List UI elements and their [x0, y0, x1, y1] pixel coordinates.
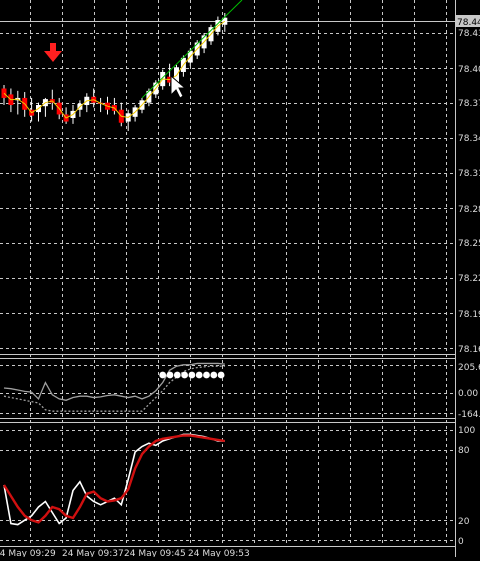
signal-dot [210, 371, 218, 379]
time-label-0929: 24 May 09:29 [0, 549, 56, 557]
price-tick-78.25: 78.25 [458, 239, 480, 249]
price-tick-78.16: 78.16 [458, 345, 480, 355]
stoch-tick-20: 20 [458, 517, 470, 527]
stoch-tick-100: 100 [458, 426, 475, 436]
time-label-0953: 24 May 09:53 [188, 549, 250, 557]
signal-dot [159, 371, 167, 379]
cci-tick-minus-164.7: -164.7 [458, 410, 480, 420]
price-tick-78.34: 78.34 [458, 134, 480, 144]
cci-tick-0.00: 0.00 [458, 389, 478, 399]
price-tick-78.28: 78.28 [458, 205, 480, 215]
price-tick-78.37: 78.37 [458, 99, 480, 109]
price-tick-78.31: 78.31 [458, 169, 480, 179]
signal-dot [203, 371, 210, 379]
price-tick-78.22: 78.22 [458, 274, 480, 284]
signal-dot [166, 371, 174, 379]
time-label-0937: 24 May 09:37 [62, 549, 124, 557]
price-tick-78.40: 78.40 [458, 65, 480, 75]
price-tick-78.43: 78.43 [458, 29, 480, 39]
signal-dot [188, 371, 196, 379]
price-tick-78.19: 78.19 [458, 310, 480, 320]
current-price-label: 78.44 [457, 18, 480, 28]
time-axis: 24 May 09:29 24 May 09:37 24 May 09:45 2… [0, 549, 250, 559]
stoch-tick-0: 0 [458, 537, 464, 547]
cci-tick-205.6: 205.6 [458, 363, 480, 373]
signal-dot [217, 371, 225, 379]
time-label-0945: 24 May 09:45 [124, 549, 186, 557]
signal-dot [173, 371, 181, 379]
cci-axis: 205.6 0.00 -164.7 [458, 363, 480, 420]
chart-canvas: 78.44 78.43 78.40 78.37 78.34 78.31 78.2… [0, 0, 480, 559]
stoch-tick-80: 80 [458, 446, 470, 456]
signal-dot [195, 371, 203, 379]
signal-dot [181, 371, 189, 379]
